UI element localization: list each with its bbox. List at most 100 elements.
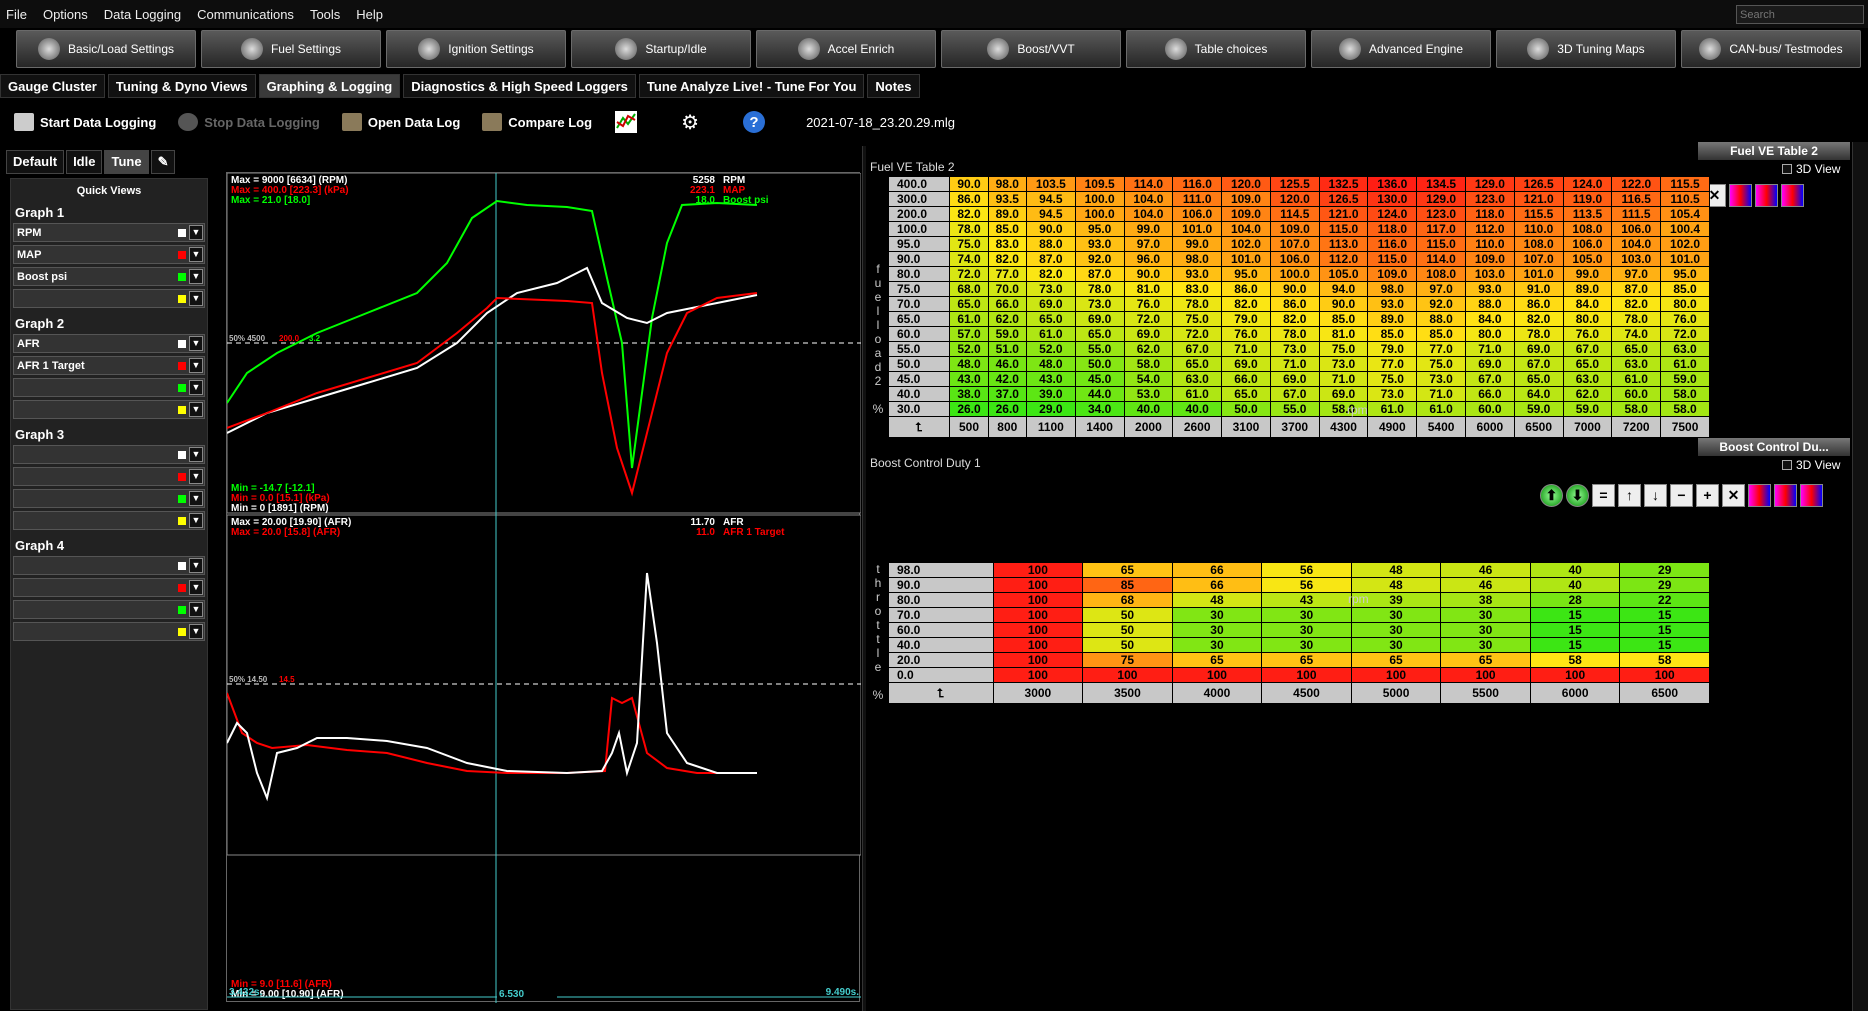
table-cell[interactable]: 132.5: [1318, 176, 1369, 192]
table-cell[interactable]: 61.0: [949, 311, 989, 327]
table-cell[interactable]: 100: [1440, 667, 1531, 683]
table-cell[interactable]: 30: [1350, 622, 1442, 638]
table-cell[interactable]: 110.0: [1464, 236, 1515, 252]
table-cell[interactable]: 118.0: [1464, 206, 1515, 222]
table-cell[interactable]: 109.0: [1269, 221, 1320, 237]
table-cell[interactable]: 109.0: [1221, 206, 1271, 222]
table-cell[interactable]: 30: [1261, 607, 1352, 623]
table-cell[interactable]: 30: [1440, 637, 1531, 653]
table-cell[interactable]: 90.0: [1123, 266, 1174, 282]
graph-3-channel-2[interactable]: ▼: [13, 467, 205, 486]
boost-vvt-button[interactable]: Boost/VVT: [941, 30, 1121, 68]
graph-1-channel-2[interactable]: MAP ▼: [13, 245, 205, 264]
table-cell[interactable]: 29: [1619, 562, 1710, 578]
table-cell[interactable]: 87.0: [1025, 251, 1076, 267]
start-logging-button[interactable]: Start Data Logging: [14, 113, 156, 131]
table-cell[interactable]: 109.0: [1367, 266, 1418, 282]
table-cell[interactable]: 61.0: [1611, 371, 1662, 387]
table-cell[interactable]: 76.0: [1562, 326, 1613, 342]
table-cell[interactable]: 59.0: [1513, 401, 1564, 417]
table-cell[interactable]: 82.0: [1025, 266, 1076, 282]
table-cell[interactable]: 15: [1529, 637, 1621, 653]
table-cell[interactable]: 26.0: [949, 401, 989, 417]
table-cell[interactable]: 44.0: [1074, 386, 1125, 402]
table-cell[interactable]: 68.0: [949, 281, 989, 297]
table-cell[interactable]: 75.0: [1416, 356, 1466, 372]
table-cell[interactable]: 100: [992, 667, 1084, 683]
chevron-down-icon[interactable]: ▼: [189, 225, 203, 240]
table-cell[interactable]: 106.0: [1172, 206, 1223, 222]
table-cell[interactable]: 78.0: [949, 221, 989, 237]
table-cell[interactable]: 93.0: [1074, 236, 1125, 252]
table-cell[interactable]: 100: [992, 622, 1084, 638]
table-cell[interactable]: 88.0: [1025, 236, 1076, 252]
graph-1-channel-4[interactable]: ▼: [13, 289, 205, 308]
table-cell[interactable]: 95.0: [1221, 266, 1271, 282]
table-cell[interactable]: 28: [1529, 592, 1621, 608]
table-cell[interactable]: 96.0: [1123, 251, 1174, 267]
close-icon[interactable]: ✕: [1722, 484, 1745, 507]
table-cell[interactable]: 71.0: [1318, 371, 1369, 387]
table-cell[interactable]: 110.5: [1660, 191, 1710, 207]
table-cell[interactable]: 130.0: [1367, 191, 1418, 207]
table-cell[interactable]: 126.5: [1318, 191, 1369, 207]
chevron-down-icon[interactable]: ▼: [189, 447, 203, 462]
table-cell[interactable]: 93.0: [1367, 296, 1418, 312]
table-cell[interactable]: 67.0: [1172, 341, 1223, 357]
startup-idle-button[interactable]: Startup/Idle: [571, 30, 751, 68]
table-cell[interactable]: 50.0: [1221, 401, 1271, 417]
tab-tuning-dyno-views[interactable]: Tuning & Dyno Views: [107, 74, 256, 98]
help-button[interactable]: ?: [742, 110, 766, 134]
table-cell[interactable]: 87.0: [1611, 281, 1662, 297]
table-cell[interactable]: 65.0: [1025, 311, 1076, 327]
table-cell[interactable]: 69.0: [1318, 386, 1369, 402]
table-cell[interactable]: 65.0: [1074, 326, 1125, 342]
table-cell[interactable]: 89.0: [987, 206, 1027, 222]
menu-data-logging[interactable]: Data Logging: [104, 7, 181, 22]
table-cell[interactable]: 126.5: [1513, 176, 1564, 192]
table-cell[interactable]: 48: [1171, 592, 1263, 608]
table-cell[interactable]: 71.0: [1416, 386, 1466, 402]
table-cell[interactable]: 62.0: [987, 311, 1027, 327]
table-cell[interactable]: 100: [1529, 667, 1621, 683]
stop-logging-button[interactable]: Stop Data Logging: [178, 113, 320, 131]
table-cell[interactable]: 77.0: [1416, 341, 1466, 357]
table-cell[interactable]: 129.0: [1464, 176, 1515, 192]
table-cell[interactable]: 48.0: [949, 356, 989, 372]
table-cell[interactable]: 61.0: [1172, 386, 1223, 402]
table-cell[interactable]: 95.0: [1074, 221, 1125, 237]
table-cell[interactable]: 73.0: [1025, 281, 1076, 297]
add-tab-button[interactable]: ✎: [150, 150, 176, 174]
table-cell[interactable]: 115.5: [1660, 176, 1710, 192]
table-cell[interactable]: 65.0: [1221, 386, 1271, 402]
decrement-icon[interactable]: ⬇: [1566, 484, 1589, 507]
table-cell[interactable]: 103.0: [1464, 266, 1515, 282]
table-cell[interactable]: 80.0: [1464, 326, 1515, 342]
ve-table-grid[interactable]: 400.0 90.0 98.0 103.5 109.5 114.0 116.0 120.0 12…: [887, 176, 1710, 438]
table-cell[interactable]: 60.0: [1464, 401, 1515, 417]
table-cell[interactable]: 68: [1082, 592, 1173, 608]
table-cell[interactable]: 59.0: [987, 326, 1027, 342]
menu-help[interactable]: Help: [356, 7, 383, 22]
subtab-idle[interactable]: Idle: [66, 150, 103, 174]
minus-icon[interactable]: −: [1670, 484, 1693, 507]
table-cell[interactable]: 74.0: [1611, 326, 1662, 342]
table-cell[interactable]: 98.0: [987, 176, 1027, 192]
table-cell[interactable]: 43.0: [1025, 371, 1076, 387]
table-cell[interactable]: 61.0: [1367, 401, 1418, 417]
menu-options[interactable]: Options: [43, 7, 88, 22]
table-cell[interactable]: 15: [1619, 622, 1710, 638]
menu-tools[interactable]: Tools: [310, 7, 340, 22]
table-cell[interactable]: 73.0: [1074, 296, 1125, 312]
table-cell[interactable]: 112.0: [1318, 251, 1369, 267]
table-cell[interactable]: 103.5: [1025, 176, 1076, 192]
chevron-down-icon[interactable]: ▼: [189, 491, 203, 506]
table-cell[interactable]: 76.0: [1123, 296, 1174, 312]
table-cell[interactable]: 123.0: [1464, 191, 1515, 207]
table-cell[interactable]: 30: [1350, 607, 1442, 623]
table-cell[interactable]: 98.0: [1367, 281, 1418, 297]
table-cell[interactable]: 101.0: [1221, 251, 1271, 267]
table-cell[interactable]: 123.0: [1416, 206, 1466, 222]
table-cell[interactable]: 84.0: [1562, 296, 1613, 312]
table-cell[interactable]: 104.0: [1611, 236, 1662, 252]
